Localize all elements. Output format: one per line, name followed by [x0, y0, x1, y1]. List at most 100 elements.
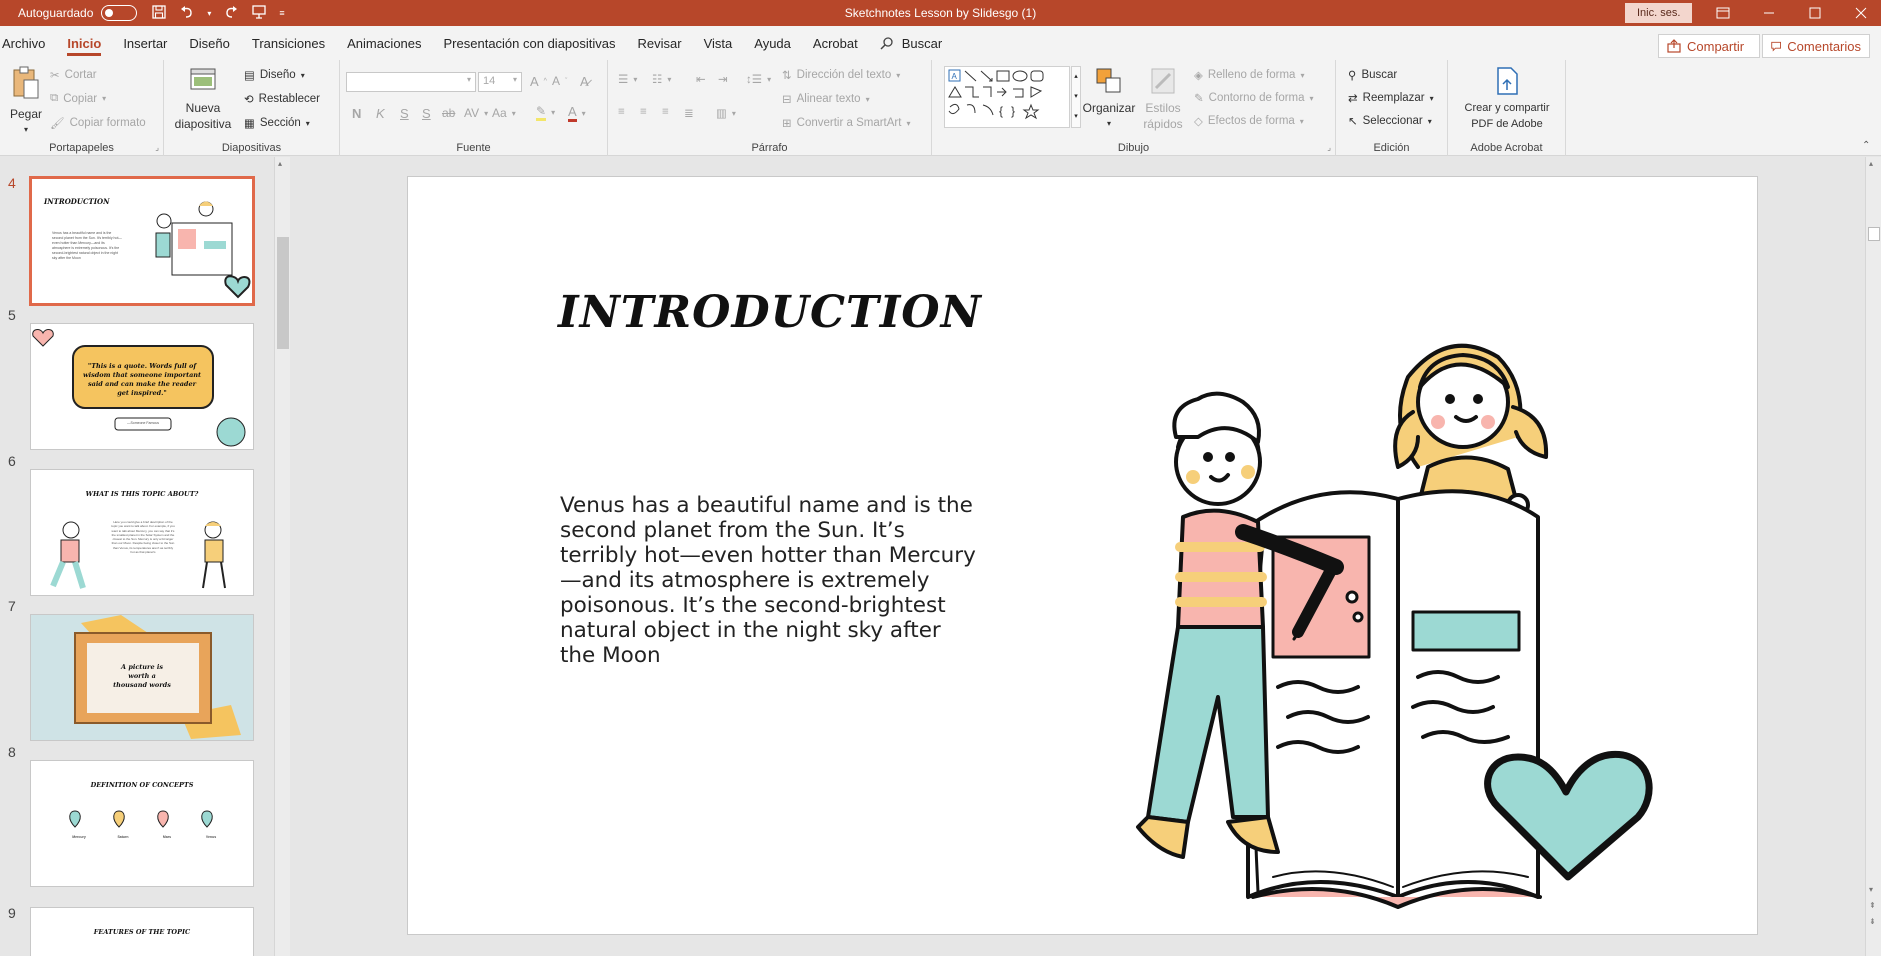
align-center-icon[interactable]: ≡	[640, 106, 647, 118]
clear-format-icon[interactable]: A̷	[580, 74, 589, 89]
paste-button[interactable]: Pegar ▾	[6, 66, 46, 138]
char-spacing-button[interactable]: AV ▾	[464, 106, 488, 120]
tab-vista[interactable]: Vista	[693, 26, 744, 60]
ribbon-display-icon[interactable]	[1700, 0, 1746, 26]
columns-button[interactable]: ▥ ▾	[716, 106, 736, 120]
reset-button[interactable]: ⟲ Restablecer	[244, 92, 320, 106]
arrange-button[interactable]: Organizar ▾	[1082, 66, 1136, 132]
tell-me-search[interactable]: Buscar	[869, 26, 953, 60]
section-button[interactable]: ▦ Sección ▾	[244, 116, 310, 130]
shapes-gallery-scroll[interactable]: ▴ ▾ ▾	[1071, 66, 1081, 128]
comments-button[interactable]: Comentarios	[1762, 34, 1870, 58]
scroll-down-icon[interactable]: ▾	[1869, 885, 1873, 894]
kid-running-illustration	[50, 521, 86, 589]
font-size-field[interactable]: 14 ▾	[478, 72, 522, 92]
font-name-dropdown-icon[interactable]: ▾	[467, 75, 471, 84]
tab-presentacion[interactable]: Presentación con diapositivas	[433, 26, 627, 60]
tab-diseno[interactable]: Diseño	[178, 26, 240, 60]
increase-indent-icon[interactable]: ⇥	[718, 72, 728, 86]
scroll-up-icon[interactable]: ▴	[278, 159, 282, 168]
cut-button[interactable]: ✂ Cortar	[50, 68, 97, 82]
tab-transiciones[interactable]: Transiciones	[241, 26, 336, 60]
align-left-icon[interactable]: ≡	[618, 106, 625, 118]
text-direction-button[interactable]: ⇅ Dirección del texto ▾	[782, 68, 900, 82]
tab-ayuda[interactable]: Ayuda	[743, 26, 802, 60]
create-pdf-button[interactable]: Crear y compartir PDF de Adobe	[1452, 66, 1562, 132]
numbering-button[interactable]: ☷ ▾	[652, 72, 671, 86]
change-case-label: Aa	[492, 106, 507, 120]
maximize-icon[interactable]	[1792, 0, 1838, 26]
slide-thumbnail-9[interactable]: FEATURES OF THE TOPIC	[30, 907, 254, 956]
tab-acrobat[interactable]: Acrobat	[802, 26, 869, 60]
slide-title[interactable]: INTRODUCTION	[558, 287, 982, 338]
underline-button[interactable]: S	[400, 106, 409, 121]
slide-thumbnail-5[interactable]: "This is a quote. Words full of wisdom t…	[30, 323, 254, 450]
replace-button[interactable]: ⇄ Reemplazar ▾	[1348, 91, 1434, 105]
align-text-button[interactable]: ⊟ Alinear texto ▾	[782, 92, 870, 106]
strikethrough-button[interactable]: ab	[442, 106, 455, 120]
shapes-gallery[interactable]: A {}	[944, 66, 1070, 128]
tab-insertar[interactable]: Insertar	[112, 26, 178, 60]
new-slide-button[interactable]: Nueva diapositiva	[172, 66, 234, 132]
dialog-launcher-icon[interactable]: ⌟	[1327, 143, 1331, 152]
shape-outline-button[interactable]: ✎ Contorno de forma ▾	[1194, 91, 1314, 105]
bold-button[interactable]: N	[352, 106, 361, 121]
share-button[interactable]: Compartir	[1658, 34, 1760, 58]
shadow-button[interactable]: S	[422, 106, 431, 121]
slide-canvas[interactable]: INTRODUCTION Venus has a beautiful name …	[407, 176, 1758, 935]
signin-button[interactable]: Inic. ses.	[1625, 3, 1693, 23]
smartart-button[interactable]: ⊞ Convertir a SmartArt ▾	[782, 116, 910, 130]
grow-font-button[interactable]: A ^	[530, 74, 547, 89]
slide-thumbnail-4[interactable]: INTRODUCTION Venus has a beautiful name …	[29, 176, 255, 306]
shrink-font-button[interactable]: Aˇ	[552, 74, 567, 88]
font-name-field[interactable]: ▾	[346, 72, 476, 92]
next-slide-icon[interactable]: ⇟	[1869, 917, 1876, 926]
scroll-up-icon[interactable]: ▴	[1869, 159, 1873, 168]
shape-fill-button[interactable]: ◈ Relleno de forma ▾	[1194, 68, 1304, 82]
justify-icon[interactable]: ≣	[684, 106, 694, 120]
tab-animaciones[interactable]: Animaciones	[336, 26, 432, 60]
decrease-indent-icon[interactable]: ⇤	[696, 72, 706, 86]
tab-revisar[interactable]: Revisar	[627, 26, 693, 60]
scrollbar-thumb[interactable]	[1868, 227, 1880, 241]
undo-dropdown-icon[interactable]: ▾	[207, 9, 211, 18]
change-case-button[interactable]: Aa ▾	[492, 106, 516, 120]
scrollbar-thumb[interactable]	[277, 237, 289, 349]
tell-me-label: Buscar	[901, 35, 943, 51]
minimize-icon[interactable]	[1746, 0, 1792, 26]
copy-button[interactable]: ⧉ Copiar ▾	[50, 92, 106, 105]
slide-thumbnail-6[interactable]: WHAT IS THIS TOPIC ABOUT? Here you could…	[30, 469, 254, 596]
select-button[interactable]: ↖ Seleccionar ▾	[1348, 114, 1432, 128]
find-button[interactable]: ⚲ Buscar	[1348, 68, 1397, 82]
save-icon[interactable]	[151, 4, 167, 23]
layout-button[interactable]: ▤ Diseño ▾	[244, 68, 305, 82]
shape-effects-button[interactable]: ◇ Efectos de forma ▾	[1194, 114, 1304, 128]
italic-button[interactable]: K	[376, 106, 385, 121]
collapse-ribbon-icon[interactable]: ⌃	[1862, 140, 1870, 151]
quick-styles-button[interactable]: Estilos rápidos	[1138, 66, 1188, 132]
present-icon[interactable]	[251, 4, 267, 23]
layout-icon: ▤	[244, 70, 255, 82]
font-size-dropdown-icon[interactable]: ▾	[513, 75, 517, 84]
slide-body-text[interactable]: Venus has a beautiful name and is the se…	[560, 493, 980, 668]
undo-icon[interactable]	[179, 4, 195, 23]
close-icon[interactable]	[1838, 0, 1881, 26]
line-spacing-button[interactable]: ↕☰ ▾	[746, 72, 771, 86]
autosave-toggle[interactable]	[101, 5, 138, 21]
thumbnail-scrollbar[interactable]: ▴	[274, 157, 290, 956]
dialog-launcher-icon[interactable]: ⌟	[155, 143, 159, 152]
editor-scrollbar[interactable]: ▴ ▾ ⇞ ⇟	[1865, 157, 1881, 956]
tab-archivo[interactable]: Archivo	[0, 26, 56, 60]
previous-slide-icon[interactable]: ⇞	[1869, 901, 1876, 910]
format-painter-button[interactable]: 🖌︎ Copiar formato	[50, 116, 146, 130]
redo-icon[interactable]	[223, 4, 239, 23]
align-right-icon[interactable]: ≡	[662, 106, 669, 118]
slide-thumbnail-8[interactable]: DEFINITION OF CONCEPTS Mercury Saturn Ma…	[30, 760, 254, 887]
font-color-button[interactable]: A ▾	[568, 104, 586, 122]
shape-outline-label: Contorno de forma	[1208, 92, 1305, 104]
highlight-button[interactable]: ✎ ▾	[536, 104, 555, 121]
slide-thumbnail-7[interactable]: A picture is worth a thousand words	[30, 614, 254, 741]
tab-inicio[interactable]: Inicio	[56, 26, 112, 60]
customize-qat-icon[interactable]: ≡	[279, 8, 284, 18]
bullets-button[interactable]: ☰ ▾	[618, 72, 637, 86]
